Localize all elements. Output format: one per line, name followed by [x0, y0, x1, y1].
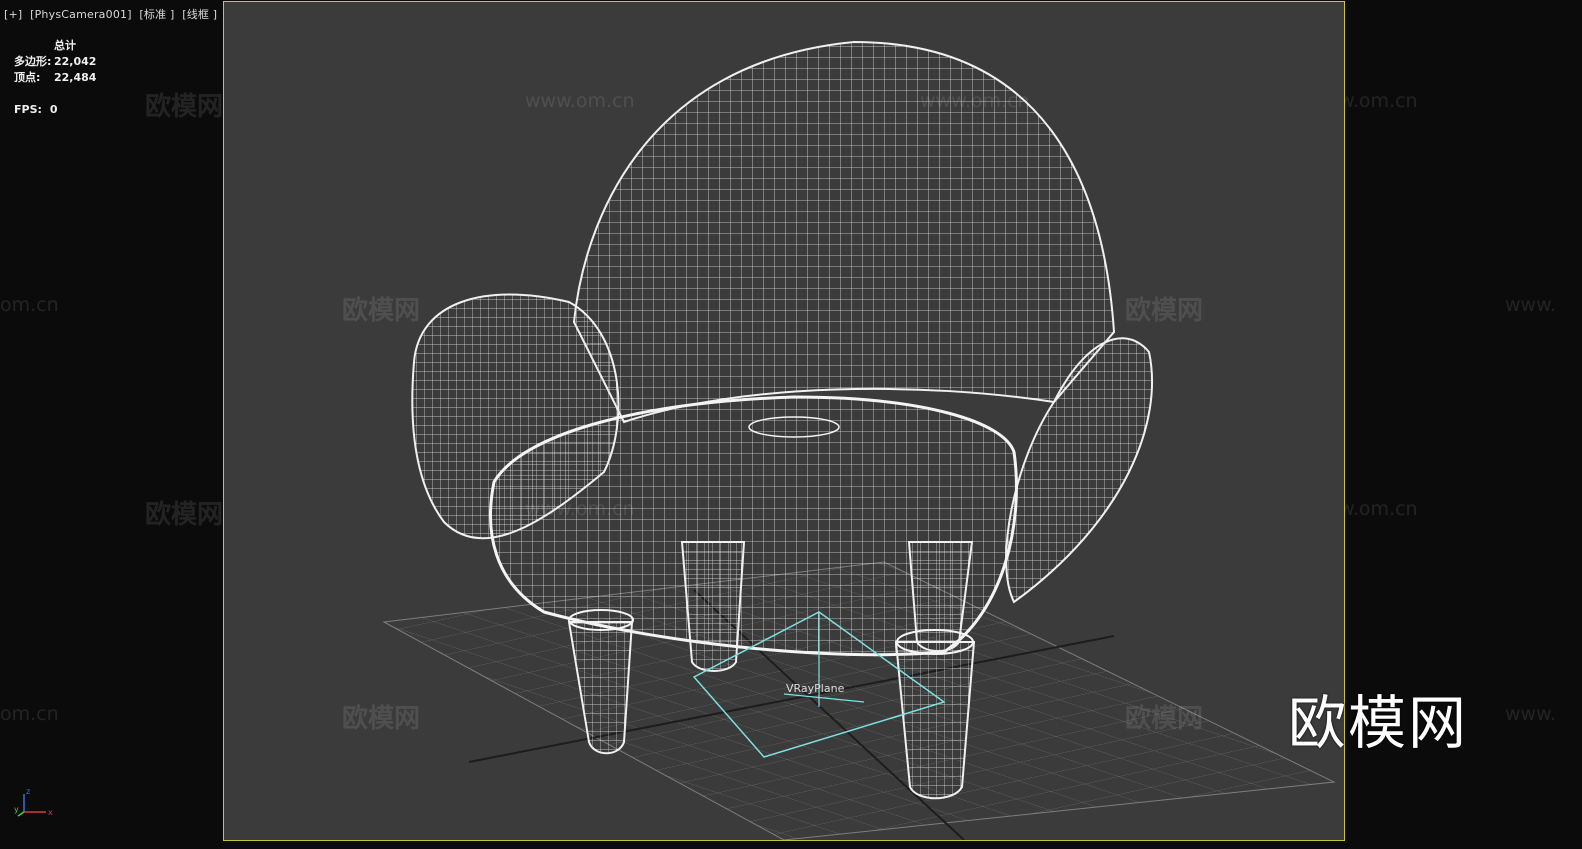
- vray-plane-label: VRayPlane: [786, 682, 845, 695]
- camera-selector[interactable]: [PhysCamera001]: [30, 8, 132, 21]
- viewport-label: [+] [PhysCamera001] [标准 ] [线框 ]: [4, 6, 221, 22]
- watermark-url: www.: [1505, 294, 1556, 316]
- watermark-brand: 欧模网: [145, 500, 224, 530]
- watermark-url: om.cn: [0, 294, 59, 316]
- fps-label: FPS:: [14, 103, 42, 116]
- axis-y-label: y: [14, 805, 19, 814]
- camera-viewport[interactable]: [223, 1, 1345, 841]
- polygons-label: 多边形:: [14, 55, 52, 68]
- axis-x-label: x: [48, 808, 53, 817]
- brand-logo: 欧模网: [1288, 689, 1469, 757]
- axis-z-label: z: [26, 787, 30, 796]
- viewport-menu-button[interactable]: [+]: [4, 8, 22, 21]
- vertices-value: 22,484: [54, 71, 97, 84]
- fps-value: 0: [49, 103, 58, 116]
- watermark-url: www.: [1505, 703, 1556, 725]
- polygons-value: 22,042: [54, 55, 97, 68]
- axis-gizmo-icon: z y x: [14, 787, 53, 817]
- watermark-brand: 欧模网: [145, 92, 224, 122]
- wireframe-scene: [382, 40, 1336, 840]
- shading-selector[interactable]: [标准 ]: [139, 8, 174, 21]
- vertices-label: 顶点:: [14, 71, 41, 84]
- statistics-panel: 总计 多边形: 22,042 顶点: 22,484 FPS: 0: [14, 38, 96, 118]
- display-mode-selector[interactable]: [线框 ]: [182, 8, 217, 21]
- stats-header: 总计: [54, 39, 76, 52]
- watermark-url: om.cn: [0, 703, 59, 725]
